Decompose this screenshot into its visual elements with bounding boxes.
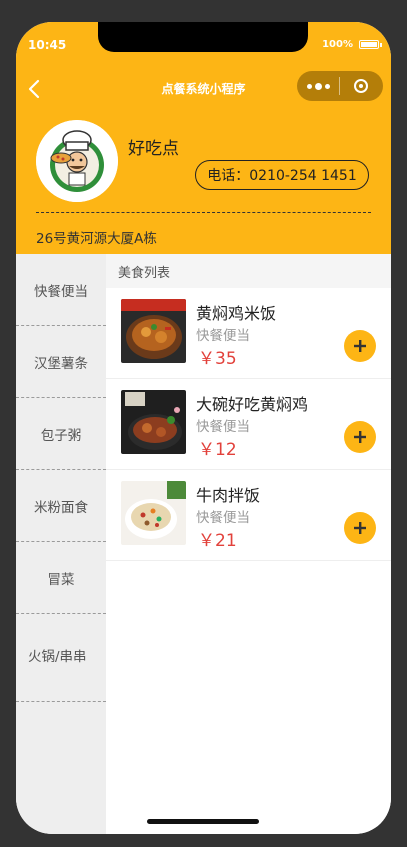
list-item[interactable]: 牛肉拌饭 快餐便当 ￥21 bbox=[106, 470, 391, 561]
add-to-cart-button[interactable] bbox=[344, 421, 376, 453]
food-price: ￥35 bbox=[198, 349, 237, 369]
sidebar-item-burger[interactable]: 汉堡薯条 bbox=[16, 326, 106, 398]
food-name: 牛肉拌饭 bbox=[196, 486, 261, 505]
shop-header: 10:45 100% 点餐系统小程序 好吃点 电话：0210-254 1451 … bbox=[16, 22, 391, 254]
food-name: 大碗好吃黄焖鸡 bbox=[196, 395, 309, 414]
battery-percent: 100% bbox=[322, 39, 353, 50]
sidebar-item-label: 包子粥 bbox=[40, 427, 82, 444]
add-to-cart-button[interactable] bbox=[344, 330, 376, 362]
sidebar-item-bun-porridge[interactable]: 包子粥 bbox=[16, 398, 106, 470]
list-item[interactable]: 黄焖鸡米饭 快餐便当 ￥35 bbox=[106, 288, 391, 379]
header-divider bbox=[36, 212, 371, 213]
food-price: ￥12 bbox=[198, 440, 237, 460]
more-dots-icon-right bbox=[324, 83, 330, 89]
food-price: ￥21 bbox=[198, 531, 237, 551]
sidebar-item-maocai[interactable]: 冒菜 bbox=[16, 542, 106, 614]
home-indicator[interactable] bbox=[147, 819, 259, 824]
miniprogram-capsule bbox=[297, 71, 383, 101]
shop-name: 好吃点 bbox=[128, 139, 179, 159]
food-image bbox=[121, 390, 186, 454]
chef-logo-icon bbox=[36, 120, 118, 202]
sidebar-item-label: 米粉面食 bbox=[34, 499, 88, 516]
sidebar-item-hotpot[interactable]: 火锅/串串 bbox=[16, 614, 106, 702]
food-category: 快餐便当 bbox=[196, 510, 250, 526]
category-sidebar: 快餐便当 汉堡薯条 包子粥 米粉面食 冒菜 火锅/串串 bbox=[16, 254, 106, 834]
sidebar-item-label: 汉堡薯条 bbox=[34, 355, 88, 372]
status-time: 10:45 bbox=[28, 38, 67, 52]
status-right: 100% bbox=[322, 39, 382, 50]
shop-logo bbox=[36, 120, 118, 202]
sidebar-item-label: 快餐便当 bbox=[34, 283, 88, 300]
food-list: 美食列表 黄焖鸡米饭 快餐便当 ￥35 大碗好吃黄焖鸡 快餐便当 ￥12 牛肉拌… bbox=[106, 254, 391, 834]
plus-icon bbox=[354, 431, 366, 443]
food-name: 黄焖鸡米饭 bbox=[196, 304, 277, 323]
more-dots-icon-center bbox=[314, 82, 322, 90]
phone-screen: 10:45 100% 点餐系统小程序 好吃点 电话：0210-254 1451 … bbox=[16, 22, 391, 834]
plus-icon bbox=[354, 522, 366, 534]
phone-button[interactable]: 电话：0210-254 1451 bbox=[195, 160, 369, 190]
food-list-header: 美食列表 bbox=[106, 254, 391, 288]
battery-icon bbox=[359, 40, 382, 49]
target-circle-icon bbox=[354, 79, 368, 93]
sidebar-item-fast-food[interactable]: 快餐便当 bbox=[16, 254, 106, 326]
sidebar-item-noodles[interactable]: 米粉面食 bbox=[16, 470, 106, 542]
food-image bbox=[121, 299, 186, 363]
add-to-cart-button[interactable] bbox=[344, 512, 376, 544]
plus-icon bbox=[354, 340, 366, 352]
food-category: 快餐便当 bbox=[196, 328, 250, 344]
food-category: 快餐便当 bbox=[196, 419, 250, 435]
more-dots-icon bbox=[306, 83, 312, 89]
shop-address: 26号黄河源大厦A栋 bbox=[36, 231, 157, 247]
list-item[interactable]: 大碗好吃黄焖鸡 快餐便当 ￥12 bbox=[106, 379, 391, 470]
close-miniprogram-button[interactable] bbox=[340, 79, 382, 93]
more-button[interactable] bbox=[297, 82, 339, 90]
sidebar-item-label: 火锅/串串 bbox=[28, 649, 87, 665]
food-image bbox=[121, 481, 186, 545]
sidebar-item-label: 冒菜 bbox=[47, 571, 75, 588]
notch bbox=[98, 22, 308, 52]
